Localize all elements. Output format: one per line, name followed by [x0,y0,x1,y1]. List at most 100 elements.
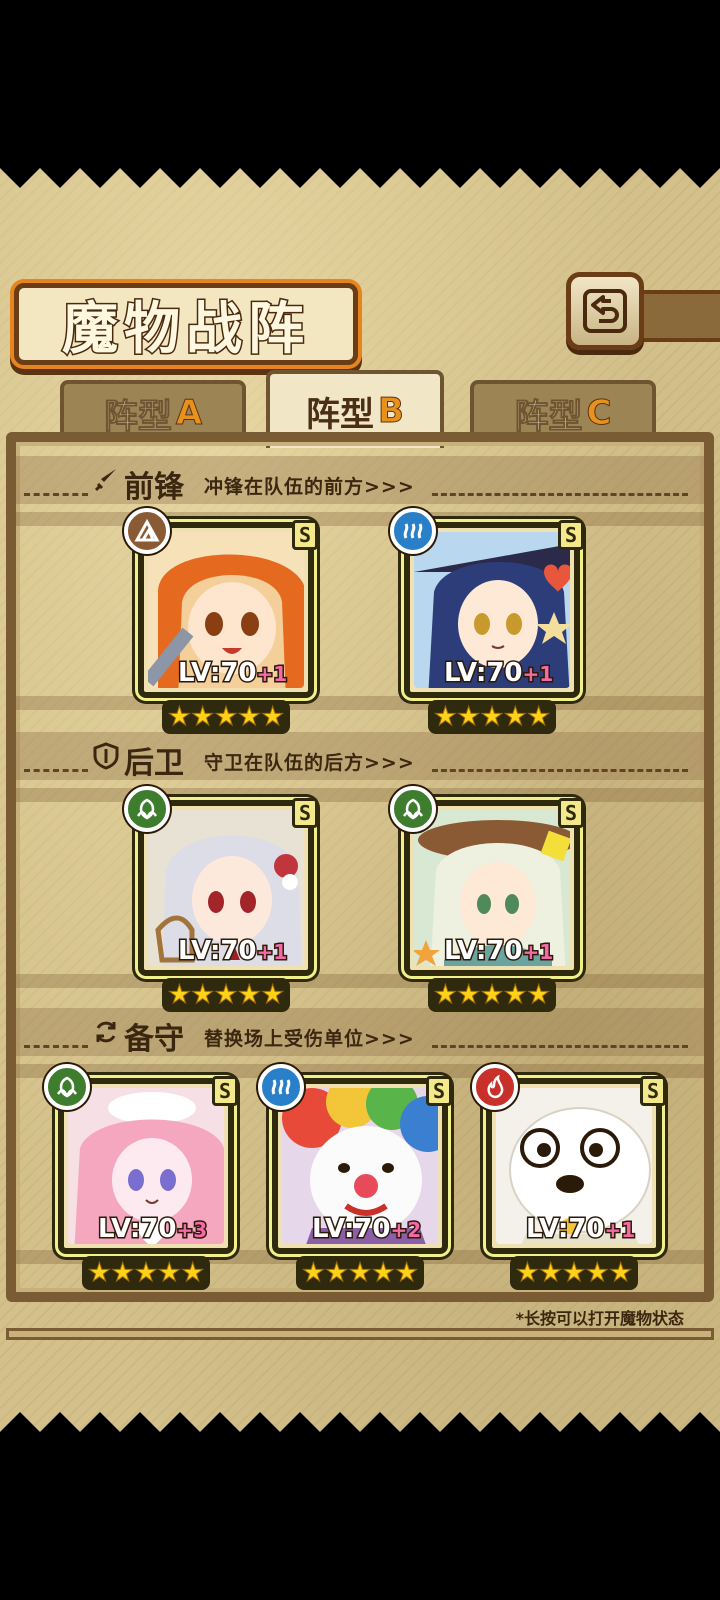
monster-card[interactable]: LV:70+1 [138,800,314,976]
star-rating: ★ ★ ★ ★ ★ [510,1256,638,1290]
divider [24,769,88,772]
star-icon: ★ [526,980,551,1011]
bottom-rod [6,1328,714,1340]
back-button[interactable] [566,272,644,350]
divider [24,493,88,496]
star-icon: ★ [348,1258,372,1289]
star-icon: ★ [157,1258,181,1289]
star-icon: ★ [134,1258,158,1289]
monster-card[interactable]: LV:70+1 [138,522,314,698]
back-button-rail [640,290,720,342]
tab-letter: A [175,393,203,434]
star-rating: ★ ★ ★ ★ ★ [428,978,556,1012]
divider [432,769,688,772]
monster-card[interactable]: LV:70+3 [58,1078,234,1254]
star-icon: ★ [191,980,215,1011]
level-text: LV:70 [97,1213,179,1246]
level-text: LV:70 [525,1213,607,1246]
leaf-element-icon [124,786,170,832]
monster-level: LV:70+1 [177,935,289,968]
section-title-back: 后卫 [124,746,184,781]
star-icon: ★ [608,1258,633,1289]
section-title-reserve: 备守 [124,1022,184,1057]
tab-letter: C [586,393,612,434]
star-icon: ★ [585,1258,609,1289]
level-plus: +1 [255,939,289,966]
water-element-icon [258,1064,304,1110]
slot-rail [16,788,704,802]
star-icon: ★ [237,702,261,733]
level-text: LV:70 [177,657,259,690]
star-icon: ★ [515,1258,540,1289]
star-icon: ★ [191,702,215,733]
tab-label: 阵型 [514,396,583,437]
star-icon: ★ [480,980,504,1011]
leaf-element-icon [44,1064,90,1110]
monster-card[interactable]: LV:70+1 [404,522,580,698]
rank-badge: S [212,1076,238,1106]
monster-card[interactable]: LV:70+1 [404,800,580,976]
long-press-hint: *长按可以打开魔物状态 [515,1309,684,1328]
star-icon: ★ [111,1258,135,1289]
star-icon: ★ [433,702,458,733]
fire-element-icon [472,1064,518,1110]
star-icon: ★ [180,1258,205,1289]
section-title-front: 前锋 [124,470,184,505]
star-icon: ★ [260,980,285,1011]
level-plus: +1 [255,661,289,688]
monster-level: LV:70+1 [443,935,555,968]
level-text: LV:70 [443,657,525,690]
level-text: LV:70 [311,1213,393,1246]
slot-rail [16,1064,704,1078]
rank-badge: S [292,520,318,550]
return-arrow-icon [583,289,627,333]
rank-badge: S [558,798,584,828]
divider [432,493,688,496]
tab-letter: B [378,391,405,432]
monster-level: LV:70+1 [525,1213,637,1246]
star-icon: ★ [167,702,192,733]
star-icon: ★ [87,1258,112,1289]
level-plus: +3 [175,1217,209,1244]
star-rating: ★ ★ ★ ★ ★ [162,700,290,734]
section-desc-front: 冲锋在队伍的前方>>> [204,476,415,498]
level-text: LV:70 [443,935,525,968]
rock-element-icon [124,508,170,554]
slot-rail [16,512,704,526]
star-icon: ★ [503,980,527,1011]
level-plus: +1 [603,1217,637,1244]
section-desc-reserve: 替换场上受伤单位>>> [204,1028,415,1050]
monster-card[interactable]: LV:70+2 [272,1078,448,1254]
tab-label: 阵型 [306,394,375,435]
star-icon: ★ [325,1258,349,1289]
star-icon: ★ [480,702,504,733]
monster-level: LV:70+1 [177,657,289,690]
page-title: 魔物战阵 [61,294,310,363]
leaf-element-icon [390,786,436,832]
rank-badge: S [558,520,584,550]
star-rating: ★ ★ ★ ★ ★ [296,1256,424,1290]
rank-badge: S [292,798,318,828]
monster-level: LV:70+2 [311,1213,423,1246]
star-icon: ★ [394,1258,419,1289]
star-icon: ★ [301,1258,326,1289]
divider [432,1045,688,1048]
star-rating: ★ ★ ★ ★ ★ [428,700,556,734]
star-icon: ★ [167,980,192,1011]
star-icon: ★ [214,702,238,733]
title-plate: 魔物战阵 [14,283,358,365]
slot-rail [16,696,704,710]
section-desc-back: 守卫在队伍的后方>>> [204,752,415,774]
level-plus: +2 [389,1217,423,1244]
monster-card[interactable]: LV:70+1 [486,1078,662,1254]
shield-icon [93,742,119,770]
star-icon: ★ [371,1258,395,1289]
star-rating: ★ ★ ★ ★ ★ [82,1256,210,1290]
star-icon: ★ [526,702,551,733]
level-plus: +1 [521,939,555,966]
formation-panel: 魔物战阵 阵型 A 阵型 B 阵型 C 前锋 冲锋在队伍的前方>>> 后卫 守卫在队伍… [0,160,720,1440]
star-icon: ★ [237,980,261,1011]
rank-badge: S [640,1076,666,1106]
star-icon: ★ [433,980,458,1011]
sword-icon [94,469,116,492]
